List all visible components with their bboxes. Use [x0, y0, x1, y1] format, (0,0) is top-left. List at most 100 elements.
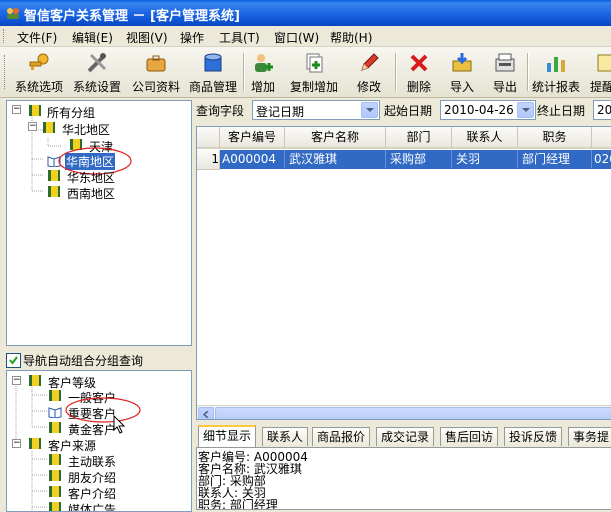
menu-window[interactable]: 窗口(W) [274, 29, 319, 46]
product-box-icon [204, 53, 222, 72]
group-book-icon [29, 105, 41, 116]
group-book-icon [29, 438, 41, 449]
menu-help[interactable]: 帮助(H) [330, 29, 372, 46]
export-icon [495, 53, 515, 72]
system-settings-button[interactable]: 系统设置 [68, 48, 126, 94]
menu-bar: 文件(F) 编辑(E) 视图(V) 操作 工具(T) 窗口(W) 帮助(H) [0, 26, 611, 47]
scroll-left-button[interactable] [198, 407, 214, 419]
menu-view[interactable]: 视图(V) [126, 29, 168, 46]
key-icon [29, 53, 49, 70]
tab-after-sales[interactable]: 售后回访 [440, 427, 499, 446]
open-book-icon [48, 407, 62, 418]
detail-tab-strip: 细节显示 联系人 商品报价 成交记录 售后回访 投诉反馈 事务提 [196, 425, 611, 449]
toolbar-separator [243, 53, 245, 91]
column-header-department[interactable]: 部门 [386, 127, 452, 149]
menu-grip [3, 29, 7, 43]
toolbar-separator [395, 53, 397, 91]
cell-more[interactable]: 020 [594, 150, 611, 168]
import-icon [452, 53, 472, 72]
column-header-customer-name[interactable]: 客户名称 [285, 127, 386, 149]
copy-add-button[interactable]: 复制增加 [286, 48, 342, 94]
product-management-button[interactable]: 商品管理 [186, 48, 240, 94]
row-number: 1 [197, 150, 220, 170]
add-user-icon [255, 54, 273, 72]
group-book-icon [49, 390, 61, 401]
reminder-button[interactable]: 提醒 [586, 48, 611, 94]
customer-grid[interactable]: 客户编号 客户名称 部门 联系人 职务 1 A000004 武汉雅琪 采购部 关… [196, 126, 611, 420]
menu-file[interactable]: 文件(F) [17, 29, 57, 46]
app-icon [7, 8, 19, 19]
tab-detail-display[interactable]: 细节显示 [198, 425, 257, 447]
export-button[interactable]: 导出 [487, 48, 523, 94]
scroll-thumb[interactable] [215, 407, 611, 419]
group-book-icon [29, 375, 41, 386]
group-book-icon [48, 170, 60, 181]
cell-customer-id[interactable]: A000004 [222, 150, 285, 168]
pencil-icon [361, 53, 379, 71]
detail-position: 职务: 部门经理 [198, 498, 278, 510]
group-tree-panel[interactable]: − 所有分组 − 华北地区 天津 华南地区 华东地区 西南地区 [6, 100, 192, 346]
group-book-icon [43, 122, 55, 133]
tab-deal-records[interactable]: 成交记录 [376, 427, 435, 446]
edit-button[interactable]: 修改 [350, 48, 388, 94]
expand-all-groups[interactable]: − [12, 105, 21, 114]
cell-customer-name[interactable]: 武汉雅琪 [289, 150, 386, 168]
reminder-icon [597, 54, 611, 72]
group-book-icon [49, 454, 61, 465]
tab-contacts[interactable]: 联系人 [262, 427, 309, 446]
expand-customer-level[interactable]: − [12, 376, 21, 385]
query-field-label: 查询字段 [196, 104, 245, 118]
start-date-picker[interactable]: 2010-04-26 [440, 100, 536, 120]
end-date-picker[interactable]: 20 [593, 100, 611, 120]
briefcase-icon [146, 55, 166, 72]
group-book-icon [49, 486, 61, 497]
menu-edit[interactable]: 编辑(E) [72, 29, 113, 46]
auto-group-checkbox[interactable] [6, 353, 21, 368]
start-date-label: 起始日期 [384, 104, 433, 118]
grid-corner-header [197, 127, 220, 149]
system-options-button[interactable]: 系统选项 [12, 48, 66, 94]
column-header-more[interactable] [592, 127, 611, 149]
chevron-down-icon[interactable] [361, 102, 378, 118]
tab-tasks[interactable]: 事务提 [568, 427, 611, 446]
grid-horizontal-scrollbar[interactable] [197, 405, 611, 419]
group-book-icon [49, 470, 61, 481]
cell-department[interactable]: 采购部 [390, 150, 452, 168]
import-button[interactable]: 导入 [444, 48, 480, 94]
expand-north-china[interactable]: − [28, 122, 37, 131]
bar-chart-icon [547, 57, 565, 72]
menu-operation[interactable]: 操作 [180, 29, 204, 46]
cell-contact[interactable]: 关羽 [456, 150, 518, 168]
delete-button[interactable]: 删除 [401, 48, 437, 94]
group-book-icon [48, 186, 60, 197]
copy-add-icon [306, 53, 323, 73]
column-header-position[interactable]: 职务 [518, 127, 592, 149]
tab-product-quote[interactable]: 商品报价 [312, 427, 371, 446]
title-bar[interactable]: 智信客户关系管理 － [客户管理系统] [0, 0, 611, 26]
toolbar: 系统选项 系统设置 公司资料 商品管理 增加 复制增加 修改 删除 导入 导出 … [0, 47, 611, 98]
expand-customer-source[interactable]: − [12, 439, 21, 448]
chevron-down-icon[interactable] [517, 102, 534, 118]
toolbar-separator [527, 53, 529, 91]
tab-complaints[interactable]: 投诉反馈 [504, 427, 563, 446]
category-tree-panel[interactable]: − 客户等级 一般客户 重要客户 黄金客户 − 客户来源 主动联系 朋友介绍 客… [6, 370, 192, 512]
menu-tools[interactable]: 工具(T) [219, 29, 260, 46]
statistics-report-button[interactable]: 统计报表 [530, 48, 582, 94]
detail-panel: 客户编号: A000004 客户名称: 武汉雅琪 部门: 采购部 联系人: 关羽… [196, 447, 611, 510]
auto-group-label: 导航自动组合分组查询 [23, 354, 144, 368]
company-info-button[interactable]: 公司资料 [128, 48, 184, 94]
toolbar-grip [4, 55, 8, 89]
cell-position[interactable]: 部门经理 [522, 150, 592, 168]
window-title: 智信客户关系管理 － [客户管理系统] [24, 9, 240, 24]
table-row[interactable]: 1 A000004 武汉雅琪 采购部 关羽 部门经理 020 [197, 150, 611, 170]
chevron-left-icon [203, 411, 209, 418]
tools-icon [87, 53, 107, 73]
group-book-icon [49, 422, 61, 433]
delete-x-icon [410, 54, 428, 72]
add-button[interactable]: 增加 [246, 48, 280, 94]
query-field-select[interactable]: 登记日期 [252, 100, 380, 120]
column-header-contact[interactable]: 联系人 [452, 127, 518, 149]
column-header-customer-id[interactable]: 客户编号 [220, 127, 285, 149]
group-book-icon [49, 502, 61, 511]
checkmark-icon [9, 356, 18, 365]
